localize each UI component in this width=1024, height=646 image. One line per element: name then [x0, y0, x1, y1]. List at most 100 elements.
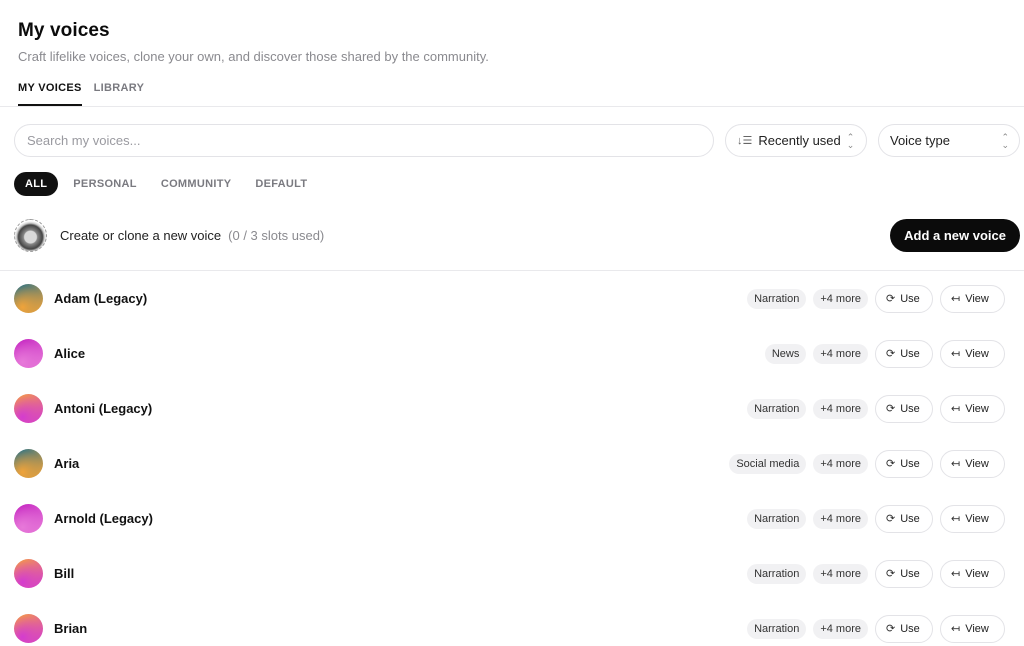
voice-avatar	[14, 614, 43, 643]
refresh-icon: ⟳	[886, 513, 896, 525]
tab-bar: MY VOICES LIBRARY	[0, 82, 1024, 107]
voice-tag: Narration	[747, 288, 807, 309]
arrow-left-icon: ↤	[951, 293, 961, 305]
voice-row[interactable]: Alice News +4 more ⟳ Use ↤ View	[14, 326, 1005, 381]
voice-tag: Narration	[747, 508, 807, 529]
voice-tag: Social media	[729, 453, 807, 474]
voice-actions: News +4 more ⟳ Use ↤ View	[764, 339, 1005, 368]
use-label: Use	[900, 402, 920, 415]
arrow-left-icon: ↤	[951, 623, 961, 635]
create-voice-row: Create or clone a new voice (0 / 3 slots…	[0, 201, 1024, 271]
view-voice-button[interactable]: ↤ View	[940, 504, 1005, 533]
voice-row[interactable]: Antoni (Legacy) Narration +4 more ⟳ Use …	[14, 381, 1005, 436]
view-voice-button[interactable]: ↤ View	[940, 339, 1005, 368]
voice-actions: Narration +4 more ⟳ Use ↤ View	[747, 504, 1005, 533]
voice-actions: Narration +4 more ⟳ Use ↤ View	[747, 394, 1005, 423]
filter-personal[interactable]: PERSONAL	[64, 172, 146, 196]
page-subtitle: Craft lifelike voices, clone your own, a…	[18, 49, 489, 64]
view-label: View	[965, 457, 989, 470]
use-voice-button[interactable]: ⟳ Use	[875, 284, 933, 313]
use-label: Use	[900, 347, 920, 360]
view-label: View	[965, 512, 989, 525]
more-tags-badge[interactable]: +4 more	[813, 453, 868, 474]
refresh-icon: ⟳	[886, 348, 896, 360]
voice-row[interactable]: Brian Narration +4 more ⟳ Use ↤ View	[14, 601, 1005, 646]
slots-used-text: (0 / 3 slots used)	[228, 228, 325, 243]
tab-library[interactable]: LIBRARY	[94, 82, 145, 106]
voice-actions: Social media +4 more ⟳ Use ↤ View	[729, 449, 1005, 478]
more-tags-badge[interactable]: +4 more	[813, 398, 868, 419]
updown-chevron-icon: ⌃ ⌄	[1001, 131, 1009, 150]
use-voice-button[interactable]: ⟳ Use	[875, 394, 933, 423]
voice-avatar	[14, 339, 43, 368]
filter-community[interactable]: COMMUNITY	[152, 172, 241, 196]
voice-type-select[interactable]: Voice type ⌃ ⌄	[878, 124, 1020, 157]
voice-name: Alice	[54, 346, 86, 361]
view-voice-button[interactable]: ↤ View	[940, 284, 1005, 313]
voice-avatar	[14, 504, 43, 533]
use-voice-button[interactable]: ⟳ Use	[875, 614, 933, 643]
create-voice-text: Create or clone a new voice	[60, 228, 222, 243]
search-box[interactable]	[14, 124, 714, 157]
voice-name: Bill	[54, 566, 75, 581]
view-voice-button[interactable]: ↤ View	[940, 614, 1005, 643]
use-voice-button[interactable]: ⟳ Use	[875, 339, 933, 368]
page-title: My voices	[18, 20, 110, 41]
refresh-icon: ⟳	[886, 293, 896, 305]
voice-actions: Narration +4 more ⟳ Use ↤ View	[747, 614, 1005, 643]
search-input[interactable]	[27, 133, 701, 148]
voice-actions: Narration +4 more ⟳ Use ↤ View	[747, 284, 1005, 313]
voice-tag: Narration	[747, 618, 807, 639]
view-voice-button[interactable]: ↤ View	[940, 449, 1005, 478]
arrow-left-icon: ↤	[951, 403, 961, 415]
use-voice-button[interactable]: ⟳ Use	[875, 559, 933, 588]
voice-row[interactable]: Adam (Legacy) Narration +4 more ⟳ Use ↤ …	[14, 271, 1005, 326]
more-tags-badge[interactable]: +4 more	[813, 288, 868, 309]
voice-list: Adam (Legacy) Narration +4 more ⟳ Use ↤ …	[0, 271, 1024, 646]
voice-tag: Narration	[747, 398, 807, 419]
arrow-left-icon: ↤	[951, 458, 961, 470]
voice-tag: News	[764, 343, 807, 364]
voice-row[interactable]: Bill Narration +4 more ⟳ Use ↤ View	[14, 546, 1005, 601]
arrow-left-icon: ↤	[951, 513, 961, 525]
voice-avatar	[14, 394, 43, 423]
voice-name: Antoni (Legacy)	[54, 401, 153, 416]
filter-all[interactable]: ALL	[14, 172, 59, 196]
voice-avatar	[14, 449, 43, 478]
use-voice-button[interactable]: ⟳ Use	[875, 504, 933, 533]
add-new-voice-button[interactable]: Add a new voice	[890, 219, 1020, 252]
filter-default[interactable]: DEFAULT	[246, 172, 316, 196]
sort-select[interactable]: ↓☰ Recently used ⌃ ⌄	[725, 124, 867, 157]
refresh-icon: ⟳	[886, 623, 896, 635]
view-label: View	[965, 567, 989, 580]
toolbar: ↓☰ Recently used ⌃⌄ Voice type ⌃⌄	[0, 107, 1024, 157]
clone-voice-icon	[14, 219, 47, 252]
refresh-icon: ⟳	[886, 403, 896, 415]
tab-my-voices[interactable]: MY VOICES	[18, 82, 82, 106]
updown-chevron-icon: ⌃ ⌄	[846, 131, 855, 150]
page-header: My voices Craft lifelike voices, clone y…	[0, 0, 1024, 64]
voice-actions: Narration +4 more ⟳ Use ↤ View	[747, 559, 1005, 588]
view-label: View	[965, 402, 989, 415]
my-voices-page: My voices Craft lifelike voices, clone y…	[0, 0, 1024, 646]
voice-avatar	[14, 284, 43, 313]
use-voice-button[interactable]: ⟳ Use	[875, 449, 933, 478]
refresh-icon: ⟳	[886, 568, 896, 580]
arrow-left-icon: ↤	[951, 568, 961, 580]
view-voice-button[interactable]: ↤ View	[940, 394, 1005, 423]
more-tags-badge[interactable]: +4 more	[813, 508, 868, 529]
voice-row[interactable]: Arnold (Legacy) Narration +4 more ⟳ Use …	[14, 491, 1005, 546]
view-label: View	[965, 292, 989, 305]
sort-icon: ↓☰	[737, 135, 753, 147]
view-voice-button[interactable]: ↤ View	[940, 559, 1005, 588]
more-tags-badge[interactable]: +4 more	[813, 618, 868, 639]
use-label: Use	[900, 567, 920, 580]
arrow-left-icon: ↤	[951, 348, 961, 360]
use-label: Use	[900, 457, 920, 470]
use-label: Use	[900, 622, 920, 635]
voice-type-label: Voice type	[890, 133, 950, 148]
voice-row[interactable]: Aria Social media +4 more ⟳ Use ↤ View	[14, 436, 1005, 491]
more-tags-badge[interactable]: +4 more	[813, 343, 868, 364]
more-tags-badge[interactable]: +4 more	[813, 563, 868, 584]
view-label: View	[965, 622, 989, 635]
